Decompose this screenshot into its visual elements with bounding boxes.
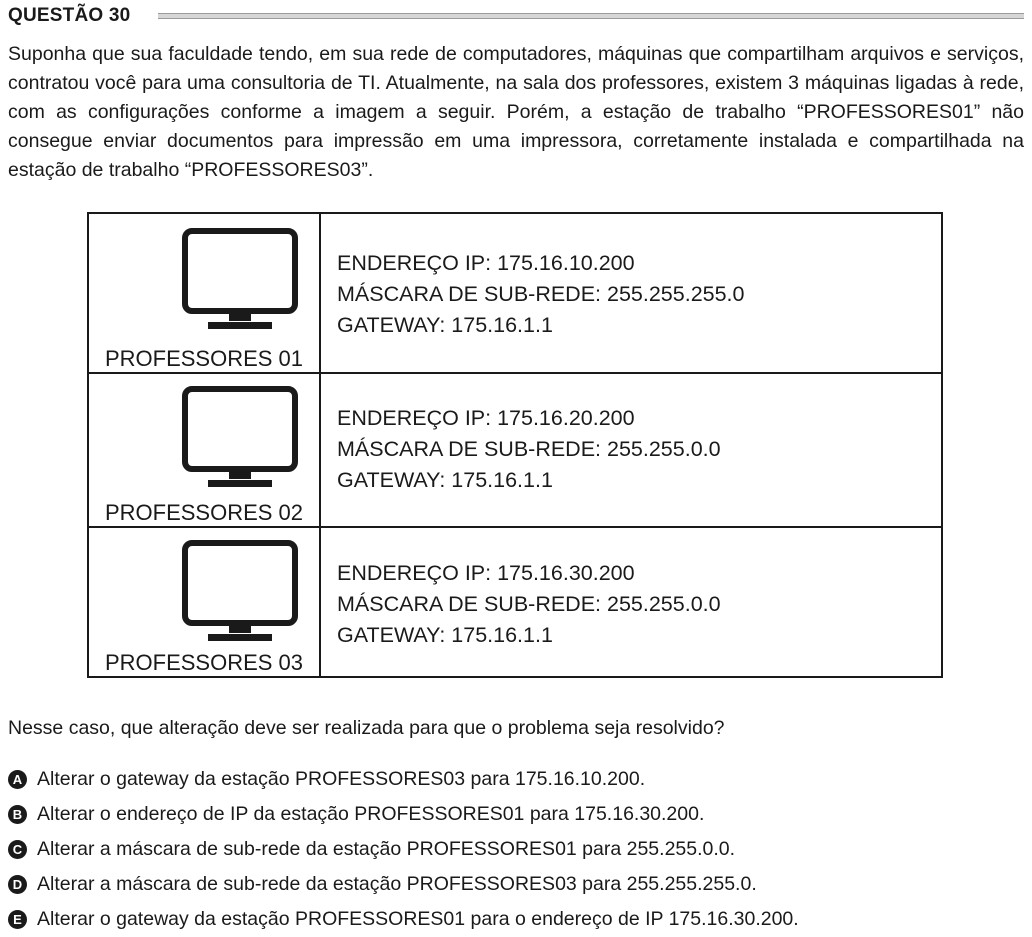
option-b[interactable]: B Alterar o endereço de IP da estação PR… [8, 797, 799, 832]
option-c[interactable]: C Alterar a máscara de sub-rede da estaç… [8, 832, 799, 867]
option-d[interactable]: D Alterar a máscara de sub-rede da estaç… [8, 867, 799, 902]
option-text: Alterar o gateway da estação PROFESSORES… [37, 908, 799, 930]
config-cell: ENDEREÇO IP: 175.16.30.200 MÁSCARA DE SU… [321, 528, 941, 676]
monitor-icon [182, 228, 298, 329]
option-text: Alterar o endereço de IP da estação PROF… [37, 803, 705, 825]
table-row: PROFESSORES 03 ENDEREÇO IP: 175.16.30.20… [89, 526, 941, 676]
ip-address: ENDEREÇO IP: 175.16.30.200 [337, 561, 635, 585]
computer-name: PROFESSORES 01 [104, 346, 304, 371]
question-prompt: Nesse caso, que alteração deve ser reali… [8, 717, 725, 739]
option-text: Alterar a máscara de sub-rede da estação… [37, 838, 736, 860]
ip-address: ENDEREÇO IP: 175.16.20.200 [337, 406, 635, 430]
config-values: ENDEREÇO IP: 175.16.10.200 MÁSCARA DE SU… [337, 248, 745, 341]
gateway: GATEWAY: 175.16.1.1 [337, 623, 553, 647]
config-values: ENDEREÇO IP: 175.16.20.200 MÁSCARA DE SU… [337, 403, 721, 496]
answer-options: A Alterar o gateway da estação PROFESSOR… [8, 762, 799, 937]
subnet-mask: MÁSCARA DE SUB-REDE: 255.255.0.0 [337, 592, 721, 616]
config-values: ENDEREÇO IP: 175.16.30.200 MÁSCARA DE SU… [337, 558, 721, 651]
option-text: Alterar o gateway da estação PROFESSORES… [37, 768, 646, 790]
header-rule [158, 13, 1024, 19]
monitor-icon [182, 540, 298, 641]
option-a[interactable]: A Alterar o gateway da estação PROFESSOR… [8, 762, 799, 797]
table-row: PROFESSORES 02 ENDEREÇO IP: 175.16.20.20… [89, 372, 941, 526]
option-letter-badge: A [8, 770, 27, 789]
question-title: QUESTÃO 30 [8, 5, 131, 26]
gateway: GATEWAY: 175.16.1.1 [337, 468, 553, 492]
computer-cell: PROFESSORES 02 [89, 374, 321, 526]
gateway: GATEWAY: 175.16.1.1 [337, 313, 553, 337]
config-cell: ENDEREÇO IP: 175.16.10.200 MÁSCARA DE SU… [321, 214, 941, 372]
option-text: Alterar a máscara de sub-rede da estação… [37, 873, 757, 895]
computer-name: PROFESSORES 03 [104, 650, 304, 675]
option-letter-badge: D [8, 875, 27, 894]
computer-name: PROFESSORES 02 [104, 500, 304, 525]
computer-cell: PROFESSORES 01 [89, 214, 321, 372]
option-letter-badge: E [8, 910, 27, 929]
question-header: QUESTÃO 30 [8, 4, 1024, 28]
option-letter-badge: B [8, 805, 27, 824]
subnet-mask: MÁSCARA DE SUB-REDE: 255.255.255.0 [337, 282, 745, 306]
question-statement: Suponha que sua faculdade tendo, em sua … [8, 43, 1024, 181]
ip-address: ENDEREÇO IP: 175.16.10.200 [337, 251, 635, 275]
table-row: PROFESSORES 01 ENDEREÇO IP: 175.16.10.20… [89, 214, 941, 372]
subnet-mask: MÁSCARA DE SUB-REDE: 255.255.0.0 [337, 437, 721, 461]
monitor-icon [182, 386, 298, 487]
computer-cell: PROFESSORES 03 [89, 528, 321, 676]
option-letter-badge: C [8, 840, 27, 859]
network-config-table: PROFESSORES 01 ENDEREÇO IP: 175.16.10.20… [87, 212, 943, 678]
config-cell: ENDEREÇO IP: 175.16.20.200 MÁSCARA DE SU… [321, 374, 941, 526]
